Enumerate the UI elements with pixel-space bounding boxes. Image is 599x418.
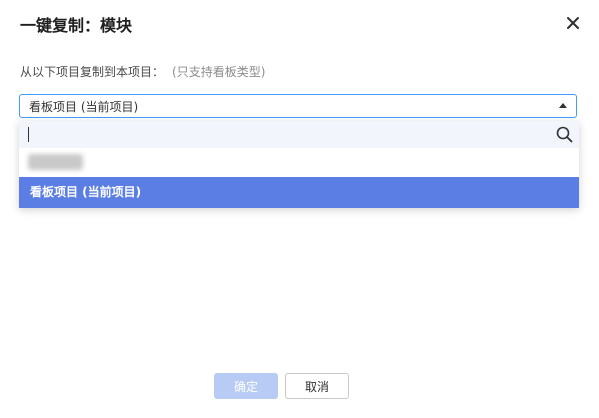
confirm-button[interactable]: 确定	[214, 373, 278, 399]
description-hint: (只支持看板类型)	[172, 65, 266, 79]
option-label: 看板项目 (当前项目)	[30, 185, 142, 199]
project-dropdown: 看板项目 (当前项目)	[19, 121, 579, 208]
close-icon	[567, 17, 579, 29]
copy-source-description: 从以下项目复制到本项目： (只支持看板类型)	[20, 63, 265, 81]
copy-module-dialog: 一键复制：模块 从以下项目复制到本项目： (只支持看板类型) 看板项目 (当前项目…	[0, 0, 599, 418]
dropdown-option-blurred[interactable]	[19, 148, 579, 177]
dropdown-search-input[interactable]	[26, 125, 546, 144]
project-select-value: 看板项目 (当前项目)	[29, 100, 139, 114]
blurred-project-name	[28, 154, 83, 170]
description-text: 从以下项目复制到本项目：	[20, 65, 165, 79]
caret-up-icon	[559, 103, 567, 108]
close-button[interactable]	[564, 14, 582, 32]
cancel-button[interactable]: 取消	[285, 373, 349, 399]
dialog-title: 一键复制：模块	[20, 16, 133, 35]
dropdown-option-current-project[interactable]: 看板项目 (当前项目)	[19, 177, 579, 208]
project-select[interactable]: 看板项目 (当前项目)	[19, 94, 577, 118]
text-caret	[28, 127, 29, 142]
dropdown-search-row	[19, 121, 579, 148]
search-icon[interactable]	[556, 126, 573, 143]
